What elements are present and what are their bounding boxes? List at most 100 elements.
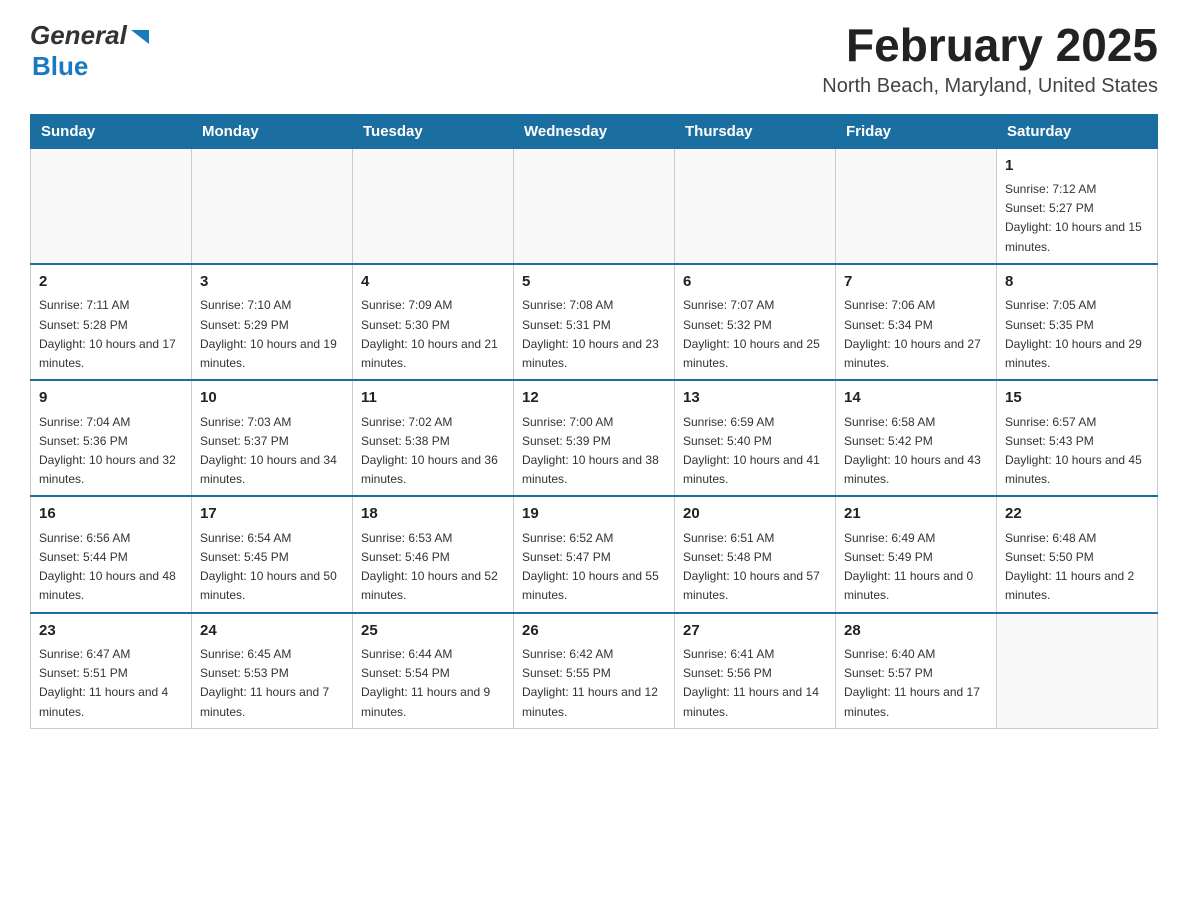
day-number: 7	[844, 271, 988, 294]
day-number: 1	[1005, 155, 1149, 178]
day-number: 17	[200, 503, 344, 526]
day-info: Sunrise: 7:08 AMSunset: 5:31 PMDaylight:…	[522, 296, 666, 373]
table-row: 21 Sunrise: 6:49 AMSunset: 5:49 PMDayligh…	[836, 496, 997, 612]
day-info: Sunrise: 7:04 AMSunset: 5:36 PMDaylight:…	[39, 413, 183, 490]
col-monday: Monday	[192, 114, 353, 148]
day-info: Sunrise: 6:48 AMSunset: 5:50 PMDaylight:…	[1005, 529, 1149, 606]
table-row: 8Sunrise: 7:05 AMSunset: 5:35 PMDaylight…	[997, 264, 1158, 380]
day-number: 28	[844, 620, 988, 643]
page-header: General Blue February 2025 North Beach, …	[30, 20, 1158, 98]
day-number: 23	[39, 620, 183, 643]
day-info: Sunrise: 7:10 AMSunset: 5:29 PMDaylight:…	[200, 296, 344, 373]
day-number: 21	[844, 503, 988, 526]
day-number: 18	[361, 503, 505, 526]
table-row: 1Sunrise: 7:12 AMSunset: 5:27 PMDaylight…	[997, 148, 1158, 264]
table-row: 5Sunrise: 7:08 AMSunset: 5:31 PMDaylight…	[514, 264, 675, 380]
day-info: Sunrise: 6:58 AMSunset: 5:42 PMDaylight:…	[844, 413, 988, 490]
calendar-week-row: 1Sunrise: 7:12 AMSunset: 5:27 PMDaylight…	[31, 148, 1158, 264]
day-number: 8	[1005, 271, 1149, 294]
day-number: 3	[200, 271, 344, 294]
table-row: 7Sunrise: 7:06 AMSunset: 5:34 PMDaylight…	[836, 264, 997, 380]
table-row: 12 Sunrise: 7:00 AMSunset: 5:39 PMDayligh…	[514, 380, 675, 496]
col-sunday: Sunday	[31, 114, 192, 148]
day-number: 12	[522, 387, 666, 410]
table-row: 22Sunrise: 6:48 AMSunset: 5:50 PMDayligh…	[997, 496, 1158, 612]
table-row: 9 Sunrise: 7:04 AMSunset: 5:36 PMDaylight…	[31, 380, 192, 496]
day-info: Sunrise: 6:41 AMSunset: 5:56 PMDaylight:…	[683, 645, 827, 722]
day-info: Sunrise: 7:12 AMSunset: 5:27 PMDaylight:…	[1005, 180, 1149, 257]
day-number: 14	[844, 387, 988, 410]
table-row	[675, 148, 836, 264]
table-row	[31, 148, 192, 264]
col-saturday: Saturday	[997, 114, 1158, 148]
table-row: 18 Sunrise: 6:53 AMSunset: 5:46 PMDayligh…	[353, 496, 514, 612]
day-number: 19	[522, 503, 666, 526]
col-thursday: Thursday	[675, 114, 836, 148]
title-section: February 2025 North Beach, Maryland, Uni…	[822, 20, 1158, 98]
day-number: 10	[200, 387, 344, 410]
day-info: Sunrise: 6:44 AMSunset: 5:54 PMDaylight:…	[361, 645, 505, 722]
logo-blue-text: Blue	[32, 51, 88, 81]
day-info: Sunrise: 6:54 AMSunset: 5:45 PMDaylight:…	[200, 529, 344, 606]
day-number: 26	[522, 620, 666, 643]
day-number: 15	[1005, 387, 1149, 410]
calendar-week-row: 16 Sunrise: 6:56 AMSunset: 5:44 PMDayligh…	[31, 496, 1158, 612]
table-row	[514, 148, 675, 264]
table-row: 4Sunrise: 7:09 AMSunset: 5:30 PMDaylight…	[353, 264, 514, 380]
table-row: 26Sunrise: 6:42 AMSunset: 5:55 PMDayligh…	[514, 613, 675, 729]
day-info: Sunrise: 6:56 AMSunset: 5:44 PMDaylight:…	[39, 529, 183, 606]
table-row	[353, 148, 514, 264]
day-info: Sunrise: 7:07 AMSunset: 5:32 PMDaylight:…	[683, 296, 827, 373]
day-info: Sunrise: 6:53 AMSunset: 5:46 PMDaylight:…	[361, 529, 505, 606]
table-row: 28Sunrise: 6:40 AMSunset: 5:57 PMDayligh…	[836, 613, 997, 729]
day-number: 11	[361, 387, 505, 410]
table-row	[836, 148, 997, 264]
day-number: 5	[522, 271, 666, 294]
calendar-table: Sunday Monday Tuesday Wednesday Thursday…	[30, 114, 1158, 729]
day-info: Sunrise: 6:57 AMSunset: 5:43 PMDaylight:…	[1005, 413, 1149, 490]
logo-triangle-icon	[129, 26, 151, 48]
day-info: Sunrise: 7:03 AMSunset: 5:37 PMDaylight:…	[200, 413, 344, 490]
calendar-header-row: Sunday Monday Tuesday Wednesday Thursday…	[31, 114, 1158, 148]
table-row: 3Sunrise: 7:10 AMSunset: 5:29 PMDaylight…	[192, 264, 353, 380]
day-info: Sunrise: 7:11 AMSunset: 5:28 PMDaylight:…	[39, 296, 183, 373]
calendar-week-row: 2Sunrise: 7:11 AMSunset: 5:28 PMDaylight…	[31, 264, 1158, 380]
table-row: 13Sunrise: 6:59 AMSunset: 5:40 PMDayligh…	[675, 380, 836, 496]
day-info: Sunrise: 6:45 AMSunset: 5:53 PMDaylight:…	[200, 645, 344, 722]
month-title: February 2025	[822, 20, 1158, 71]
day-number: 25	[361, 620, 505, 643]
day-info: Sunrise: 6:49 AMSunset: 5:49 PMDaylight:…	[844, 529, 988, 606]
day-number: 6	[683, 271, 827, 294]
col-wednesday: Wednesday	[514, 114, 675, 148]
table-row	[192, 148, 353, 264]
table-row: 24Sunrise: 6:45 AMSunset: 5:53 PMDayligh…	[192, 613, 353, 729]
table-row: 19 Sunrise: 6:52 AMSunset: 5:47 PMDayligh…	[514, 496, 675, 612]
day-info: Sunrise: 7:06 AMSunset: 5:34 PMDaylight:…	[844, 296, 988, 373]
table-row: 27Sunrise: 6:41 AMSunset: 5:56 PMDayligh…	[675, 613, 836, 729]
logo-general-text: General	[30, 20, 127, 51]
day-number: 27	[683, 620, 827, 643]
day-number: 9	[39, 387, 183, 410]
day-number: 2	[39, 271, 183, 294]
table-row: 16 Sunrise: 6:56 AMSunset: 5:44 PMDayligh…	[31, 496, 192, 612]
table-row: 20Sunrise: 6:51 AMSunset: 5:48 PMDayligh…	[675, 496, 836, 612]
day-info: Sunrise: 6:42 AMSunset: 5:55 PMDaylight:…	[522, 645, 666, 722]
table-row: 10 Sunrise: 7:03 AMSunset: 5:37 PMDayligh…	[192, 380, 353, 496]
table-row: 6Sunrise: 7:07 AMSunset: 5:32 PMDaylight…	[675, 264, 836, 380]
day-info: Sunrise: 7:05 AMSunset: 5:35 PMDaylight:…	[1005, 296, 1149, 373]
day-info: Sunrise: 7:00 AMSunset: 5:39 PMDaylight:…	[522, 413, 666, 490]
table-row: 14 Sunrise: 6:58 AMSunset: 5:42 PMDayligh…	[836, 380, 997, 496]
calendar-week-row: 23Sunrise: 6:47 AMSunset: 5:51 PMDayligh…	[31, 613, 1158, 729]
day-info: Sunrise: 7:02 AMSunset: 5:38 PMDaylight:…	[361, 413, 505, 490]
day-info: Sunrise: 6:52 AMSunset: 5:47 PMDaylight:…	[522, 529, 666, 606]
day-number: 24	[200, 620, 344, 643]
table-row: 15 Sunrise: 6:57 AMSunset: 5:43 PMDayligh…	[997, 380, 1158, 496]
day-number: 16	[39, 503, 183, 526]
col-tuesday: Tuesday	[353, 114, 514, 148]
table-row: 2Sunrise: 7:11 AMSunset: 5:28 PMDaylight…	[31, 264, 192, 380]
day-info: Sunrise: 7:09 AMSunset: 5:30 PMDaylight:…	[361, 296, 505, 373]
table-row: 25Sunrise: 6:44 AMSunset: 5:54 PMDayligh…	[353, 613, 514, 729]
location-title: North Beach, Maryland, United States	[822, 75, 1158, 98]
table-row: 23Sunrise: 6:47 AMSunset: 5:51 PMDayligh…	[31, 613, 192, 729]
day-number: 4	[361, 271, 505, 294]
